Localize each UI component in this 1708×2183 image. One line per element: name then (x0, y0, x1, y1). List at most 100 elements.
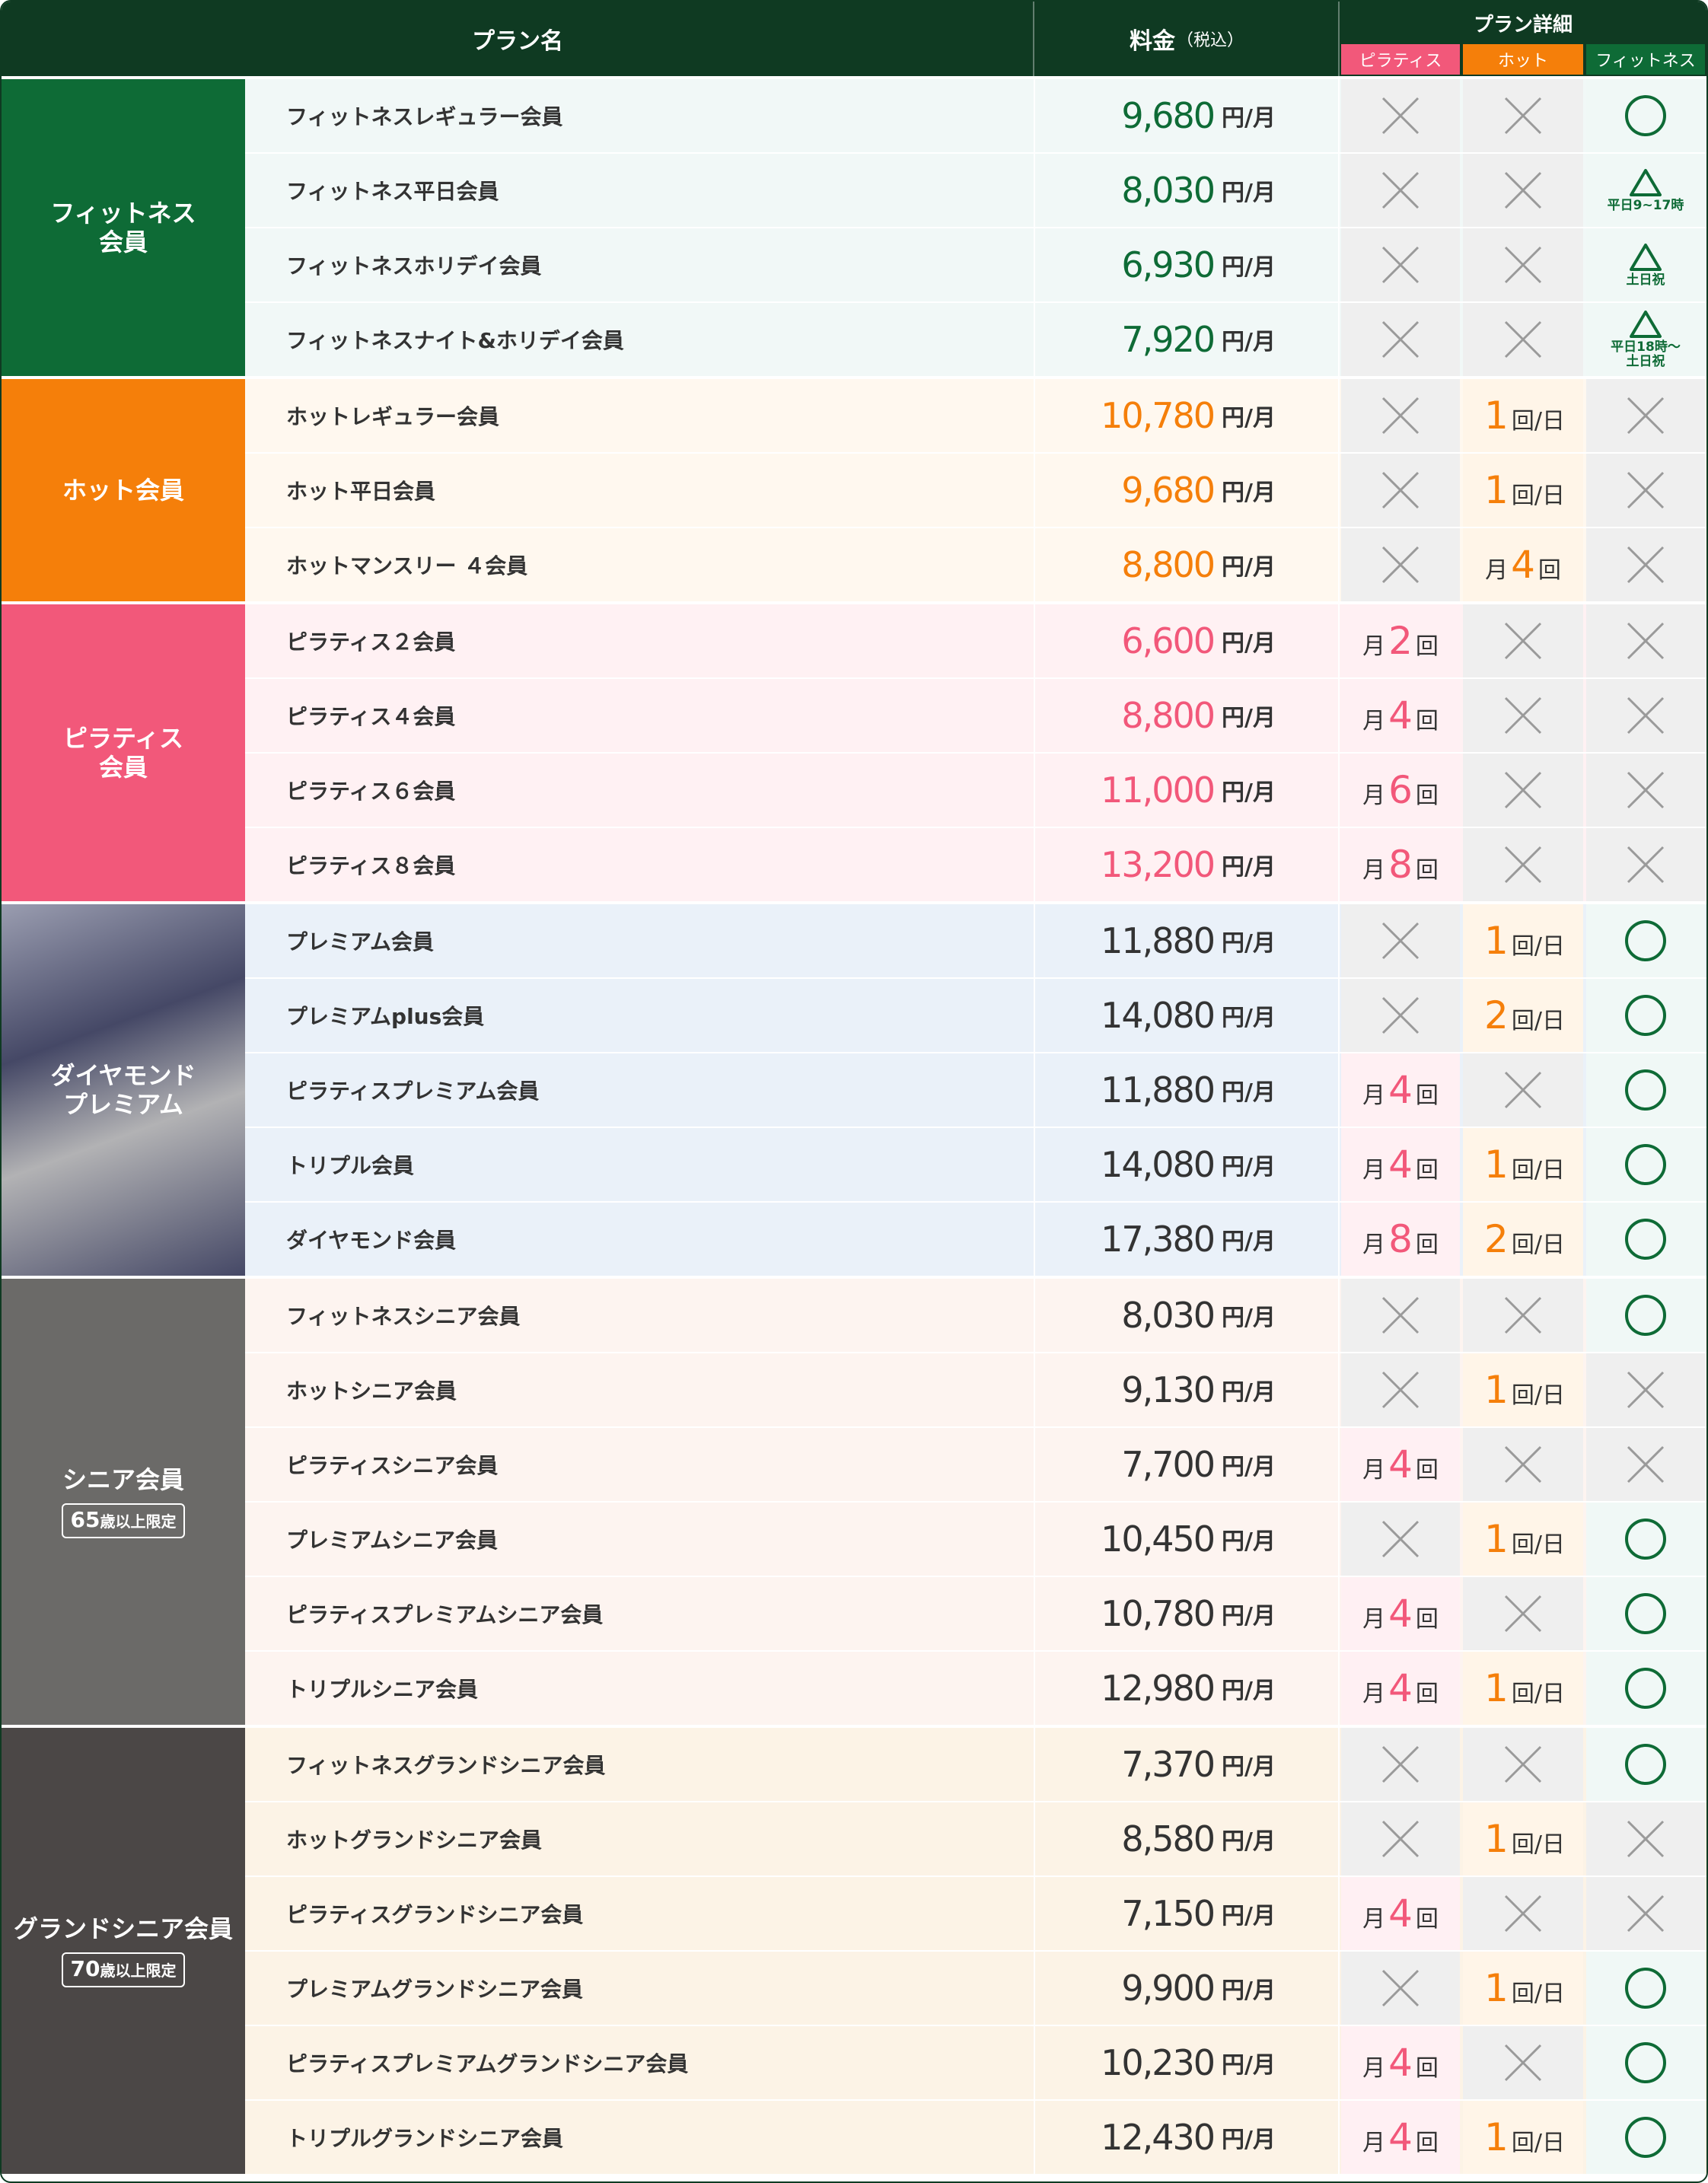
usage-unit: 回/日 (1511, 2129, 1565, 2156)
price-unit: 円/月 (1222, 1305, 1276, 1331)
usage-month-label: 月 (1362, 1082, 1386, 1109)
plan-row[interactable]: フィットネスホリデイ会員 6,930 円/月 土日祝 (245, 228, 1706, 301)
usage-unit: 回 (1415, 782, 1439, 809)
feature-hot (1463, 754, 1583, 827)
usage-per-day: 1 回/日 (1481, 1969, 1565, 2008)
usage-unit: 回 (1415, 1680, 1439, 1707)
feature-fitness (1586, 1877, 1705, 1950)
circle-icon (1625, 1744, 1666, 1785)
plan-row[interactable]: トリプル会員 14,080 円/月月 4 回 1 回/日 (245, 1128, 1706, 1201)
cross-icon (1627, 846, 1665, 884)
price-unit: 円/月 (1222, 329, 1276, 355)
column-divider (1338, 1652, 1340, 1725)
plan-price: 14,080 円/月 (1034, 1128, 1338, 1201)
plan-row[interactable]: ホットレギュラー会員 10,780 円/月 1 回/日 (245, 379, 1706, 452)
plan-row[interactable]: プレミアムplus会員 14,080 円/月 2 回/日 (245, 979, 1706, 1052)
usage-per-month: 月4回 (1362, 2044, 1439, 2083)
group-label-text: シニア会員 (62, 1465, 184, 1494)
plan-row[interactable]: ホットグランドシニア会員 8,580 円/月 1 回/日 (245, 1802, 1706, 1875)
plan-row[interactable]: トリプルシニア会員 12,980 円/月月 4 回 1 回/日 (245, 1652, 1706, 1725)
plan-row[interactable]: ホットシニア会員 9,130 円/月 1 回/日 (245, 1353, 1706, 1426)
feature-hot: 月4回 (1463, 528, 1583, 601)
plan-price: 9,680 円/月 (1034, 454, 1338, 527)
cross-icon (1504, 320, 1542, 359)
column-divider (1034, 1652, 1035, 1725)
plan-row[interactable]: ピラティス６会員 11,000 円/月月 6 回 (245, 754, 1706, 827)
plan-row[interactable]: ピラティス２会員 6,600 円/月月 2 回 (245, 604, 1706, 677)
plan-name: フィットネスレギュラー会員 (286, 104, 563, 129)
cross-icon (1627, 1371, 1665, 1409)
usage-unit: 回 (1415, 633, 1439, 660)
column-divider (1034, 79, 1035, 152)
column-divider (1338, 979, 1340, 1052)
price-unit: 円/月 (1222, 1379, 1276, 1406)
cross-icon (1381, 1520, 1420, 1558)
age-limit-number: 65 (70, 1507, 100, 1532)
usage-per-month: 月8回 (1362, 1220, 1439, 1259)
plan-row[interactable]: フィットネスナイト&ホリデイ会員 7,920 円/月 平日18時～ 土日祝 (245, 303, 1706, 376)
column-divider (1338, 1802, 1340, 1875)
plan-row[interactable]: フィットネスシニア会員 8,030 円/月 (245, 1279, 1706, 1352)
usage-month-label: 月 (1362, 1605, 1386, 1633)
price-unit: 円/月 (1222, 2127, 1276, 2153)
usage-unit: 回/日 (1511, 1531, 1565, 1558)
group-fitness: フィットネス 会員 フィットネスレギュラー会員 9,680 円/月 フィットネス平日会員… (2, 79, 1706, 376)
plan-row[interactable]: ピラティス４会員 8,800 円/月月 4 回 (245, 679, 1706, 752)
cross-icon (1504, 1745, 1542, 1783)
usage-count: 1 (1484, 393, 1509, 438)
plan-name: プレミアムグランドシニア会員 (286, 1977, 584, 2002)
header-plan-name: プラン名 (472, 28, 563, 55)
feature-fitness (1586, 79, 1705, 152)
plan-row[interactable]: フィットネス平日会員 8,030 円/月 平日9~17時 (245, 154, 1706, 227)
plan-row[interactable]: ホットマンスリー ４会員 8,800 円/月 月 4 回 (245, 528, 1706, 601)
plan-row[interactable]: ホット平日会員 9,680 円/月 1 回/日 (245, 454, 1706, 527)
plan-name: ピラティスシニア会員 (286, 1453, 499, 1478)
usage-unit: 回/日 (1511, 1831, 1565, 1858)
plan-price: 11,880 円/月 (1034, 1053, 1338, 1127)
column-divider (1034, 228, 1035, 301)
column-divider (1338, 1952, 1340, 2025)
plan-row[interactable]: プレミアムグランドシニア会員 9,900 円/月 1 回/日 (245, 1952, 1706, 2025)
group-hot: ホット会員 ホットレギュラー会員 10,780 円/月 1 回/日 ホット平日会員 9,680… (2, 379, 1706, 601)
triangle-icon (1630, 168, 1662, 196)
plan-price: 7,700 円/月 (1034, 1428, 1338, 1501)
column-divider (1338, 1203, 1340, 1276)
feature-hot (1463, 303, 1583, 376)
price-unit: 円/月 (1222, 405, 1276, 432)
plan-row[interactable]: ピラティスグランドシニア会員 7,150 円/月月 4 回 (245, 1877, 1706, 1950)
plan-row[interactable]: ピラティスプレミアムシニア会員 10,780 円/月月 4 回 (245, 1577, 1706, 1650)
plan-row[interactable]: トリプルグランドシニア会員 12,430 円/月月 4 回 1 回/日 (245, 2101, 1706, 2174)
feature-fitness (1586, 1279, 1705, 1352)
price-value: 9,130 (1121, 1369, 1216, 1410)
plan-row[interactable]: ダイヤモンド会員 17,380 円/月月 8 回 2 回/日 (245, 1203, 1706, 1276)
feature-fitness (1586, 454, 1705, 527)
plan-price: 9,130 円/月 (1034, 1353, 1338, 1426)
plan-name: ホットグランドシニア会員 (286, 1828, 543, 1853)
usage-count: 4 (1388, 1891, 1413, 1936)
plan-name: フィットネス平日会員 (286, 179, 499, 204)
feature-fitness (1586, 1053, 1705, 1127)
feature-fitness (1586, 1503, 1705, 1576)
circle-icon (1625, 1295, 1666, 1336)
plan-row[interactable]: ピラティス８会員 13,200 円/月月 8 回 (245, 828, 1706, 901)
feature-fitness (1586, 1203, 1705, 1276)
plan-price: 10,230 円/月 (1034, 2026, 1338, 2099)
plan-row[interactable]: ピラティスプレミアムグランドシニア会員 10,230 円/月月 4 回 (245, 2026, 1706, 2099)
plan-row[interactable]: プレミアムシニア会員 10,450 円/月 1 回/日 (245, 1503, 1706, 1576)
column-divider (1338, 679, 1340, 752)
usage-per-day: 1 回/日 (1481, 1669, 1565, 1708)
price-value: 7,370 (1121, 1744, 1216, 1785)
price-value: 8,030 (1121, 1295, 1216, 1336)
plan-row[interactable]: ピラティスシニア会員 7,700 円/月月 4 回 (245, 1428, 1706, 1501)
plan-name: フィットネスナイト&ホリデイ会員 (286, 328, 624, 353)
plan-row[interactable]: フィットネスグランドシニア会員 7,370 円/月 (245, 1728, 1706, 1801)
usage-count: 4 (1388, 2114, 1413, 2159)
plan-row[interactable]: プレミアム会員 11,880 円/月 1 回/日 (245, 904, 1706, 977)
usage-count: 1 (1484, 1516, 1509, 1561)
plan-name: ホット平日会員 (286, 479, 436, 504)
price-unit: 円/月 (1222, 1977, 1276, 2004)
feature-pilates (1341, 303, 1460, 376)
plan-row[interactable]: ピラティスプレミアム会員 11,880 円/月月 4 回 (245, 1053, 1706, 1127)
cross-icon (1627, 771, 1665, 809)
plan-row[interactable]: フィットネスレギュラー会員 9,680 円/月 (245, 79, 1706, 152)
